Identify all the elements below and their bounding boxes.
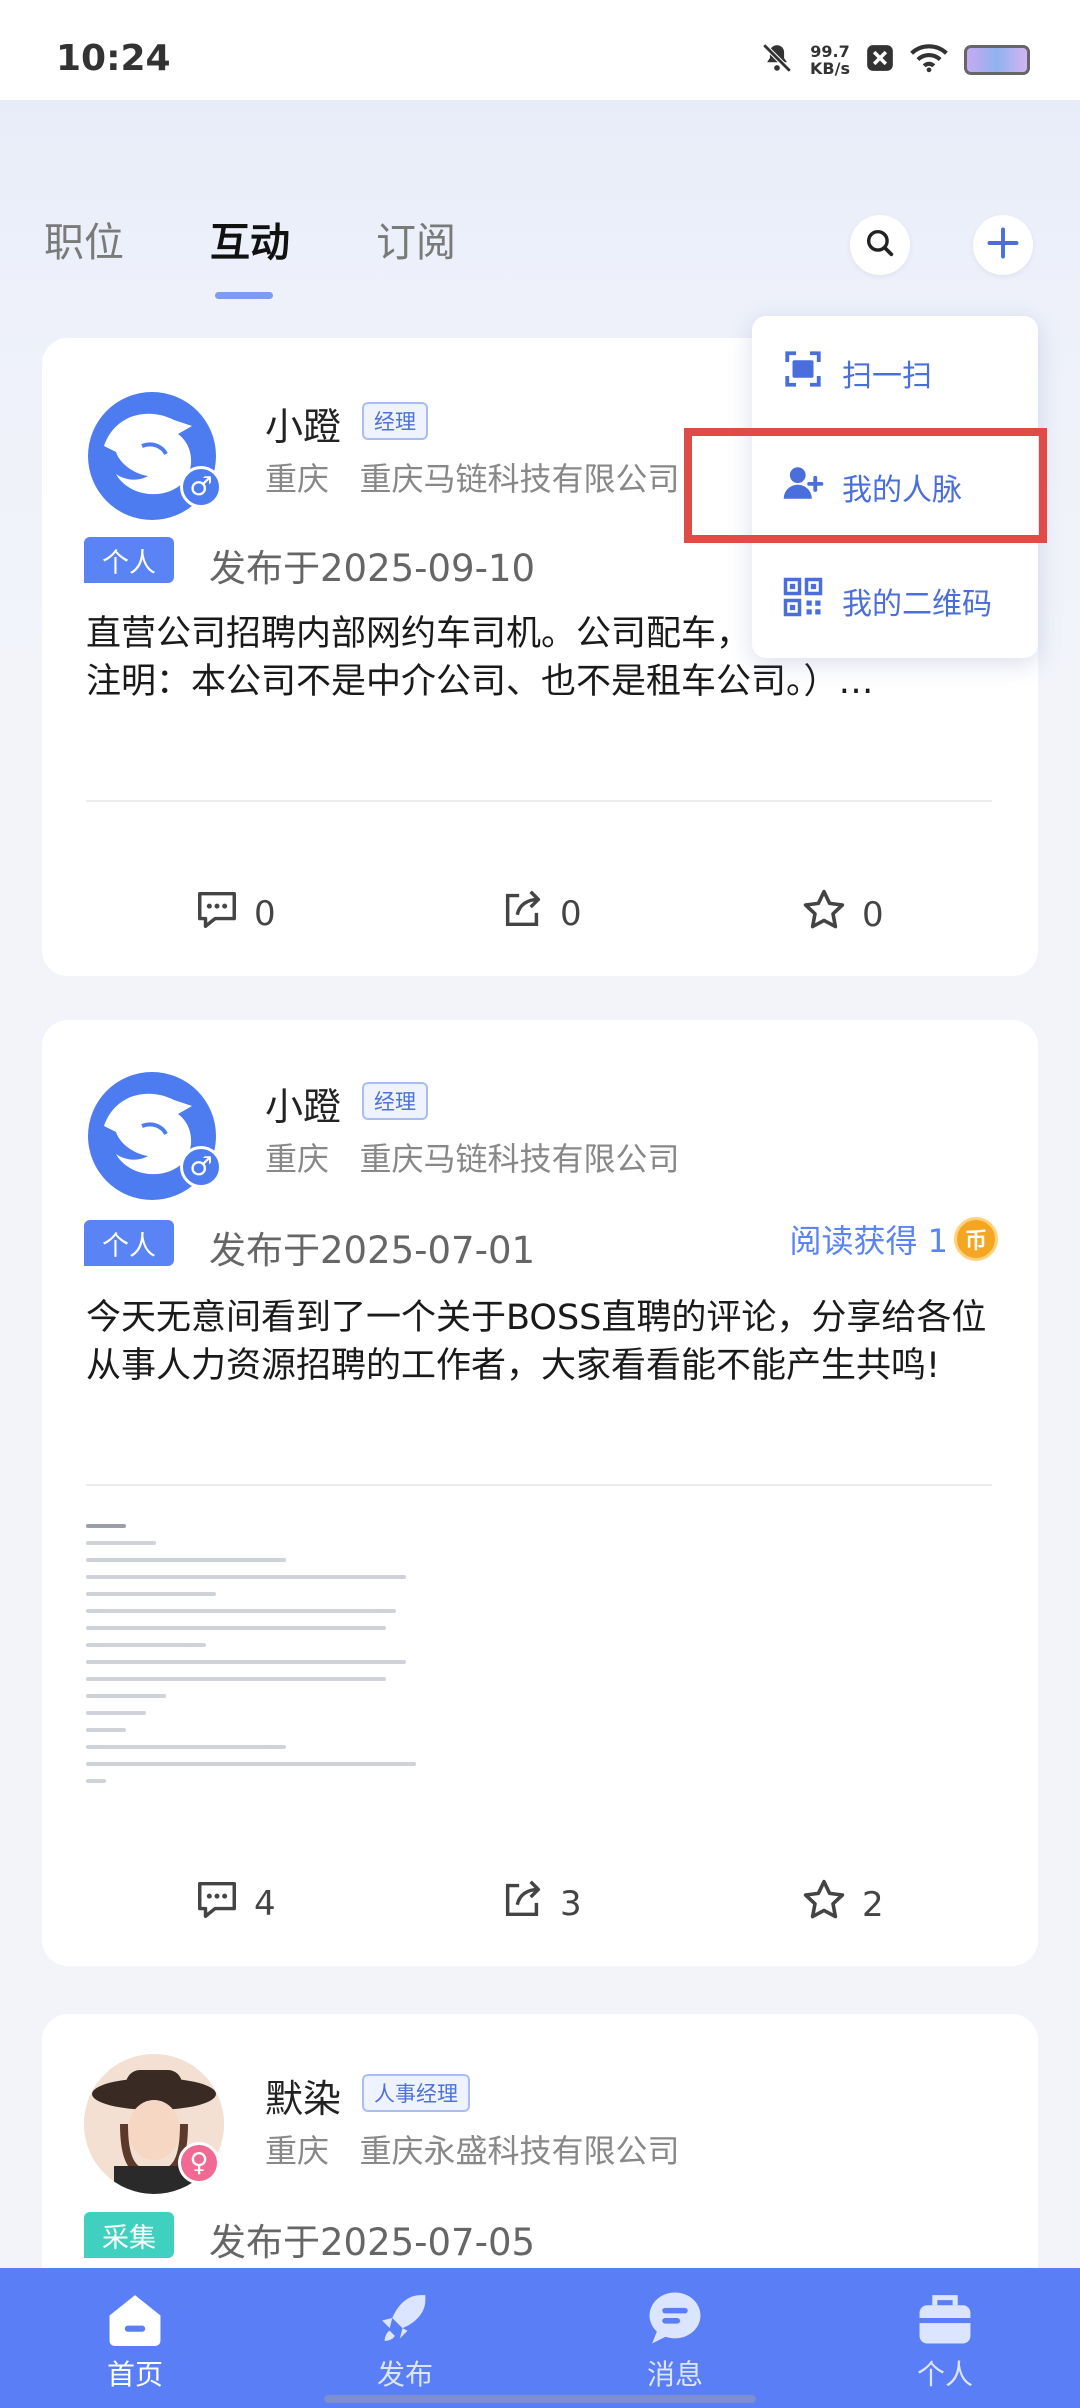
status-time: 10:24: [56, 38, 171, 79]
post-date: 发布于2025-07-05: [209, 2221, 536, 2264]
star-count: 0: [862, 894, 884, 935]
star-count: 2: [862, 1884, 884, 1925]
read-reward: 阅读获得 1 币: [789, 1216, 998, 1262]
coin-icon: 币: [954, 1217, 998, 1261]
message-icon: [644, 2290, 706, 2353]
role-badge: 经理: [362, 402, 428, 440]
poster-location: 重庆: [265, 1140, 330, 1178]
post-date: 发布于2025-09-10: [209, 547, 536, 590]
mute-bell-icon: [760, 41, 794, 79]
poster-company: 重庆马链科技有限公司: [359, 1140, 680, 1178]
status-bar: 10:24 99.7 KB/s: [0, 0, 1080, 100]
nav-item-profile[interactable]: 个人: [810, 2268, 1080, 2408]
comment-count: 0: [254, 893, 276, 934]
status-icons: 99.7 KB/s: [760, 40, 1030, 80]
role-badge: 人事经理: [362, 2074, 470, 2112]
home-indicator: [324, 2395, 756, 2403]
comment-count: 4: [254, 1883, 276, 1924]
male-icon: ♂: [180, 1146, 222, 1188]
bottom-nav: 首页 发布 消息 个人: [0, 2268, 1080, 2408]
close-box-icon: [866, 44, 894, 76]
scan-icon: [782, 348, 824, 398]
role-badge: 经理: [362, 1082, 428, 1120]
nav-item-profile-label: 个人: [916, 2358, 973, 2391]
active-tab-indicator: [215, 292, 273, 299]
star-icon: [800, 886, 848, 943]
wifi-icon: [910, 43, 948, 77]
battery-icon: [964, 45, 1030, 75]
post-card[interactable]: ♂ 小蹬 经理 重庆 重庆马链科技有限公司 个人 发布于2025-07-01 阅…: [42, 1020, 1038, 1966]
comment-button[interactable]: 0: [194, 886, 276, 941]
poster-company-line: 重庆 重庆永盛科技有限公司: [265, 2126, 680, 2172]
menu-item-my-qrcode-label: 我的二维码: [842, 587, 992, 622]
top-tabs: 职位 互动 订阅: [44, 210, 456, 268]
poster-company-line: 重庆 重庆马链科技有限公司: [265, 1134, 680, 1180]
post-text[interactable]: 今天无意间看到了一个关于BOSS直聘的评论，分享给各位从事人力资源招聘的工作者，…: [86, 1294, 1006, 1390]
nav-item-messages-label: 消息: [646, 2358, 703, 2391]
divider: [86, 800, 992, 802]
comment-icon: [194, 886, 240, 941]
star-button[interactable]: 0: [800, 886, 884, 943]
plus-icon: [985, 225, 1021, 265]
search-button[interactable]: [850, 215, 910, 275]
briefcase-icon: [914, 2290, 976, 2353]
menu-item-scan[interactable]: 扫一扫: [782, 348, 932, 398]
poster-name: 小蹬: [265, 1085, 342, 1129]
home-icon: [104, 2290, 166, 2353]
post-image[interactable]: [86, 1524, 426, 1814]
share-count: 0: [560, 893, 582, 934]
post-tag: 采集: [84, 2212, 174, 2258]
post-date: 发布于2025-07-01: [209, 1229, 536, 1272]
rocket-icon: [374, 2290, 436, 2353]
divider: [86, 1484, 992, 1486]
star-icon: [800, 1876, 848, 1933]
tab-jobs[interactable]: 职位: [44, 210, 124, 268]
poster-name: 默染: [265, 2077, 342, 2121]
nav-item-publish-label: 发布: [376, 2358, 433, 2391]
network-speed: 99.7 KB/s: [810, 43, 850, 77]
nav-item-publish[interactable]: 发布: [270, 2268, 540, 2408]
qr-code-icon: [782, 576, 824, 626]
poster-company: 重庆永盛科技有限公司: [359, 2132, 680, 2170]
network-speed-value: 99.7: [810, 42, 850, 61]
tab-subscribe[interactable]: 订阅: [376, 210, 456, 268]
post-tag: 个人: [84, 537, 174, 583]
comment-icon: [194, 1876, 240, 1931]
add-button[interactable]: [973, 215, 1033, 275]
share-button[interactable]: 0: [500, 886, 582, 941]
poster-name: 小蹬: [265, 405, 342, 449]
highlight-box: [684, 428, 1047, 543]
menu-item-scan-label: 扫一扫: [842, 359, 932, 394]
read-reward-text: 阅读获得 1: [789, 1222, 948, 1260]
male-icon: ♂: [180, 466, 222, 508]
female-icon: ♀: [178, 2142, 220, 2184]
share-count: 3: [560, 1883, 582, 1924]
tab-interaction[interactable]: 互动: [210, 210, 290, 268]
nav-item-messages[interactable]: 消息: [540, 2268, 810, 2408]
share-icon: [500, 886, 546, 941]
star-button[interactable]: 2: [800, 1876, 884, 1933]
nav-item-home-label: 首页: [106, 2358, 163, 2391]
poster-company-line: 重庆 重庆马链科技有限公司: [265, 454, 680, 500]
share-button[interactable]: 3: [500, 1876, 582, 1931]
nav-item-home[interactable]: 首页: [0, 2268, 270, 2408]
poster-location: 重庆: [265, 460, 330, 498]
poster-company: 重庆马链科技有限公司: [359, 460, 680, 498]
comment-button[interactable]: 4: [194, 1876, 276, 1931]
share-icon: [500, 1876, 546, 1931]
network-speed-unit: KB/s: [810, 59, 850, 78]
post-tag: 个人: [84, 1220, 174, 1266]
menu-item-my-qrcode[interactable]: 我的二维码: [782, 576, 992, 626]
search-icon: [863, 226, 897, 264]
poster-location: 重庆: [265, 2132, 330, 2170]
